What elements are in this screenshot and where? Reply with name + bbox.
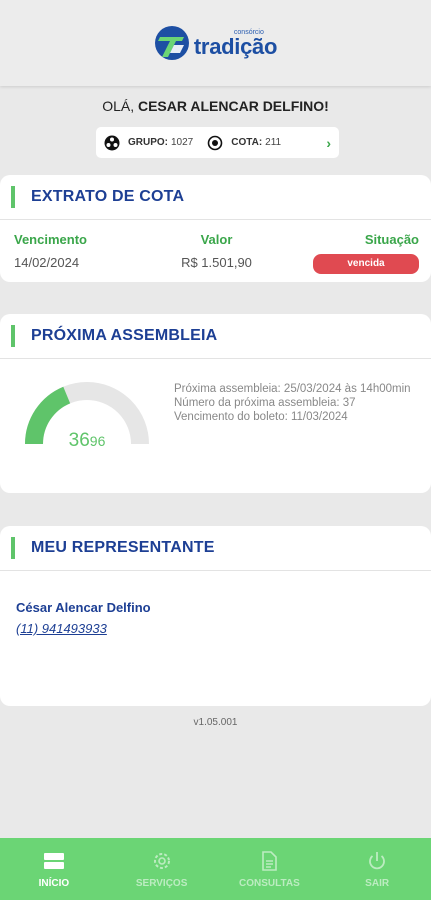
assembleia-title: PRÓXIMA ASSEMBLEIA	[31, 327, 218, 344]
gauge-value: 3696	[22, 430, 152, 452]
extrato-title: EXTRATO DE COTA	[31, 188, 185, 205]
nav-consultas-label: CONSULTAS	[239, 877, 300, 889]
cota-icon	[207, 135, 223, 150]
group-label: GRUPO:	[128, 137, 168, 148]
brand-logo-icon	[154, 26, 189, 60]
brand-logo: consórcio tradição	[154, 25, 277, 61]
power-icon	[369, 851, 386, 869]
gauge-total: 96	[89, 433, 106, 449]
app-version: v1.05.001	[193, 717, 238, 728]
extrato-card: EXTRATO DE COTA Vencimento 14/02/2024 Va…	[0, 175, 431, 282]
greeting: OLÁ, CESAR ALENCAR DELFINO!	[0, 98, 431, 114]
assembleia-gauge: 3696	[22, 382, 152, 457]
representante-phone-link[interactable]: (11) 941493933	[16, 621, 107, 636]
nav-sair-label: SAIR	[365, 877, 390, 889]
group-value: 1027	[171, 137, 194, 148]
brand-name: tradição	[193, 33, 278, 59]
representante-card: MEU REPRESENTANTE César Alencar Delfino …	[0, 526, 431, 706]
boleto-due-date: Vencimento do boleto: 11/03/2024	[174, 411, 348, 423]
assembleia-info: Próxima assembleia: 25/03/2024 às 14h00m…	[174, 382, 419, 424]
greeting-prefix: OLÁ,	[102, 98, 138, 114]
section-accent-bar	[11, 325, 15, 347]
vencimento-value: 14/02/2024	[14, 255, 80, 270]
greeting-name: CESAR ALENCAR DELFINO!	[137, 98, 329, 114]
bottom-nav: INÍCIO SERVIÇOS CONSULTAS SAIR	[0, 838, 431, 900]
home-cards-icon	[43, 852, 64, 869]
section-accent-bar	[11, 537, 15, 559]
assembleia-date: Próxima assembleia: 25/03/2024 às 14h00m…	[174, 383, 411, 395]
nav-sair[interactable]: SAIR	[323, 838, 431, 900]
document-icon	[262, 850, 278, 871]
col-vencimento-header: Vencimento	[14, 232, 87, 247]
gauge-current: 36	[68, 430, 90, 451]
representante-title: MEU REPRESENTANTE	[31, 539, 215, 556]
group-selector[interactable]: GRUPO: 1027 COTA: 211 ›	[96, 127, 339, 158]
status-badge: vencida	[313, 254, 419, 274]
assembleia-card: PRÓXIMA ASSEMBLEIA 3696 Próxima assemble…	[0, 314, 431, 493]
app-header: consórcio tradição	[0, 0, 431, 86]
assembleia-number: Número da próxima assembleia: 37	[174, 397, 356, 409]
nav-servicos-label: SERVIÇOS	[135, 877, 188, 889]
chevron-right-icon[interactable]: ›	[326, 135, 331, 151]
valor-value: R$ 1.501,90	[181, 255, 252, 270]
nav-servicos[interactable]: SERVIÇOS	[108, 838, 216, 900]
representante-name: César Alencar Delfino	[16, 600, 151, 615]
nav-inicio[interactable]: INÍCIO	[0, 838, 108, 900]
gear-icon	[153, 852, 170, 869]
col-valor-header: Valor	[200, 232, 233, 247]
section-accent-bar	[11, 186, 15, 208]
cota-label: COTA:	[231, 137, 263, 148]
nav-consultas[interactable]: CONSULTAS	[216, 838, 324, 900]
nav-inicio-label: INÍCIO	[38, 877, 70, 889]
cota-value: 211	[265, 137, 282, 148]
group-icon	[104, 135, 120, 150]
col-situacao-header: Situação	[364, 232, 419, 247]
